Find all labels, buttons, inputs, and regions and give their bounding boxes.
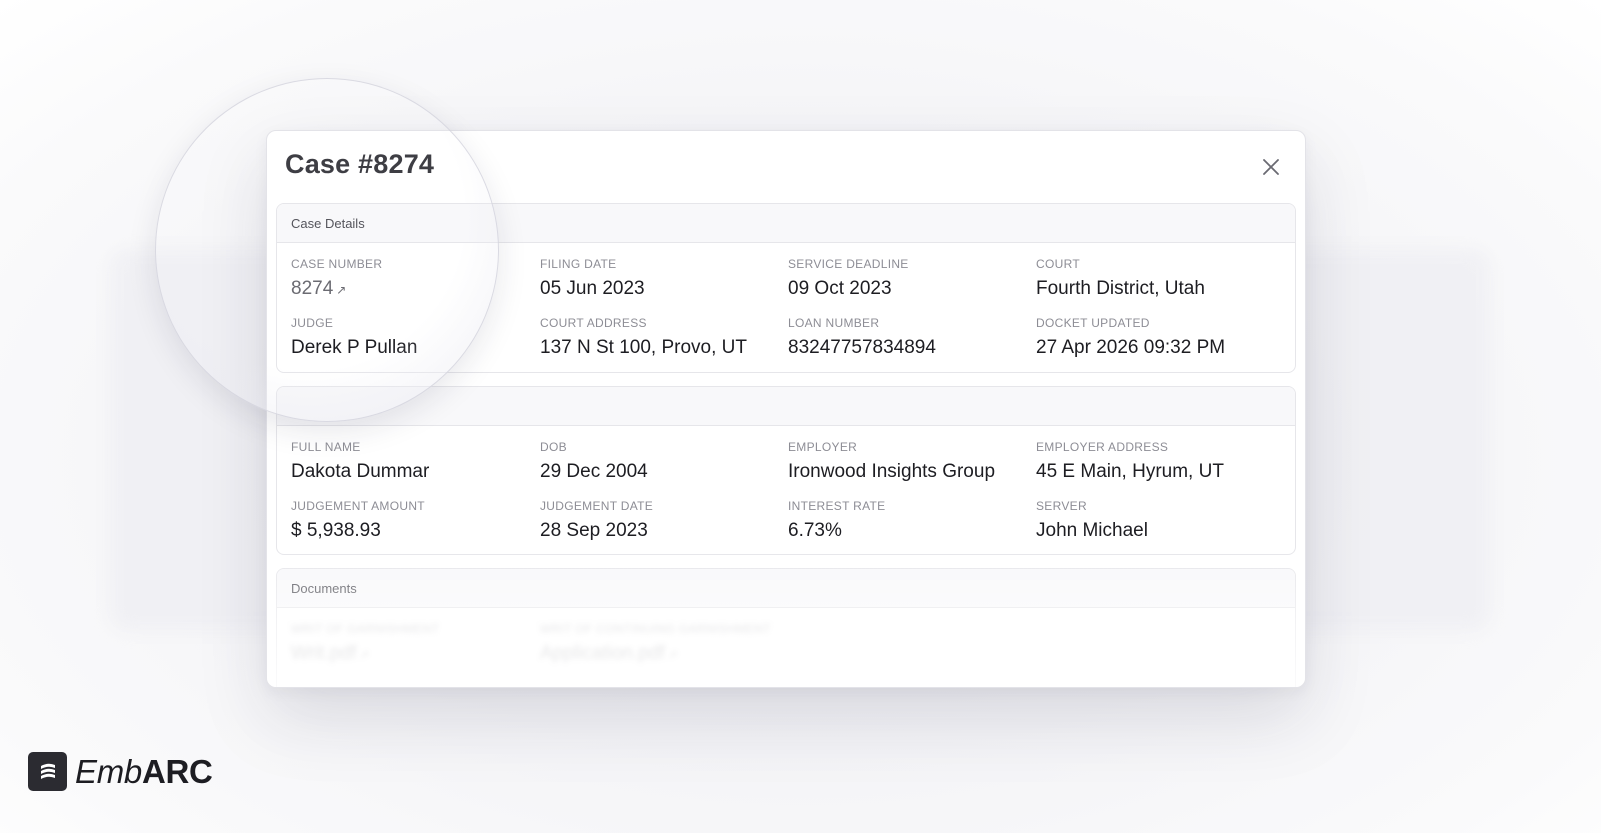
field-loan-number: LOAN NUMBER 83247757834894 <box>788 316 936 358</box>
field-docket-updated: DOCKET UPDATED 27 Apr 2026 09:32 PM <box>1036 316 1226 358</box>
field-server: SERVER John Michael <box>1036 499 1148 541</box>
documents-section: Documents WRIT OF GARNISHMENT Writ.pdf ↗ … <box>276 568 1296 687</box>
writ-pdf-link[interactable]: Writ.pdf ↗ <box>291 643 540 665</box>
modal-title: Case #8274 <box>285 149 435 179</box>
case-modal: Case #8274 Case Details CASE NUMBER 8274… <box>266 130 1306 688</box>
field-case-number: CASE NUMBER 8274 ↗ <box>291 257 540 300</box>
field-writ-of-continuing-garnishment: WRIT OF CONTINUING GARNISHMENT Applicati… <box>540 622 788 665</box>
field-employer-address: EMPLOYER ADDRESS 45 E Main, Hyrum, UT <box>1036 440 1224 482</box>
field-dob: DOB 29 Dec 2004 <box>540 440 648 482</box>
field-interest-rate: INTEREST RATE 6.73% <box>788 499 886 541</box>
arrow-up-right-icon: ↗ <box>667 648 678 662</box>
arrow-up-right-icon: ↗ <box>336 283 347 297</box>
field-judgement-date: JUDGEMENT DATE 28 Sep 2023 <box>540 499 654 541</box>
field-judgement-amount: JUDGEMENT AMOUNT $ 5,938.93 <box>291 499 425 541</box>
case-number-link[interactable]: 8274 ↗ <box>291 278 540 300</box>
field-full-name: FULL NAME Dakota Dummar <box>291 440 430 482</box>
logo-mark-icon <box>28 752 67 791</box>
field-service-deadline: SERVICE DEADLINE 09 Oct 2023 <box>788 257 909 299</box>
logo-wordmark: EmbARC <box>75 752 213 790</box>
field-writ-of-garnishment: WRIT OF GARNISHMENT Writ.pdf ↗ <box>291 622 540 665</box>
field-court: COURT Fourth District, Utah <box>1036 257 1205 299</box>
arrow-up-right-icon: ↗ <box>359 648 370 662</box>
field-employer: EMPLOYER Ironwood Insights Group <box>788 440 996 482</box>
section-header <box>277 387 1295 426</box>
case-details-section: Case Details CASE NUMBER 8274 ↗ FILING DA… <box>276 203 1296 373</box>
section-header: Case Details <box>277 204 1295 243</box>
debtor-section: FULL NAME Dakota Dummar DOB 29 Dec 2004 … <box>276 386 1296 555</box>
embarc-logo: EmbARC <box>28 752 213 791</box>
section-header: Documents <box>277 569 1295 608</box>
application-pdf-link[interactable]: Application.pdf ↗ <box>540 643 788 665</box>
field-judge: JUDGE Derek P Pullan <box>291 316 418 358</box>
field-court-address: COURT ADDRESS 137 N St 100, Provo, UT <box>540 316 747 358</box>
field-filing-date: FILING DATE 05 Jun 2023 <box>540 257 645 299</box>
close-icon <box>1263 159 1279 175</box>
close-button[interactable] <box>1257 153 1285 181</box>
